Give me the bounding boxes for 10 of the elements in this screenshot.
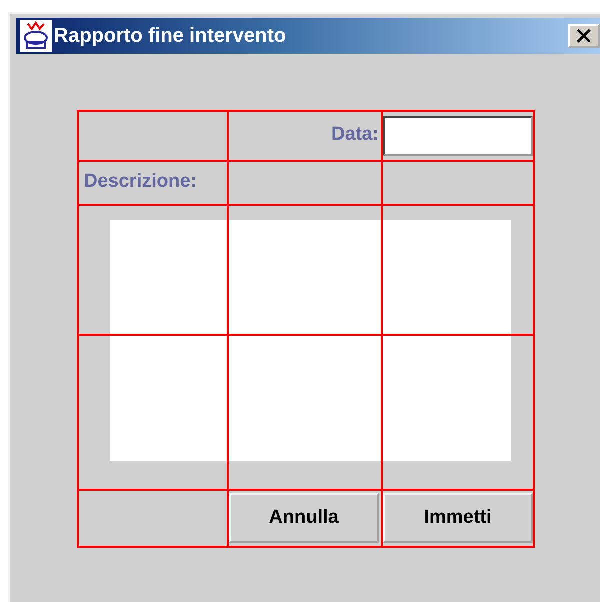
cancel-button[interactable]: Annulla — [229, 493, 379, 543]
window-title: Rapporto fine intervento — [54, 24, 288, 48]
date-field[interactable] — [383, 116, 533, 156]
close-icon — [576, 29, 592, 43]
submit-button[interactable]: Immetti — [383, 493, 533, 543]
close-button[interactable] — [568, 24, 600, 48]
description-field[interactable] — [110, 220, 511, 461]
description-label: Descrizione: — [84, 171, 198, 193]
app-icon — [20, 20, 52, 52]
date-label: Data: — [331, 124, 379, 146]
